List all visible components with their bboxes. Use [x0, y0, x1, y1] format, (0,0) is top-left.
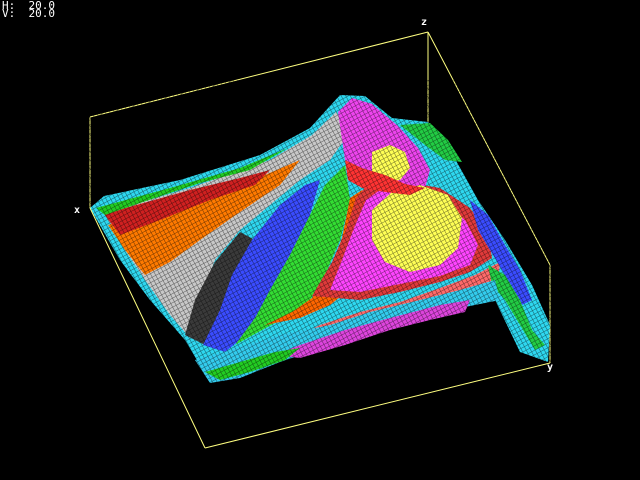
axis-label-y: y: [547, 362, 554, 373]
axis-label-x: x: [74, 205, 81, 216]
surface-plot[interactable]: [0, 0, 640, 480]
hud-v-value: 20.0: [28, 7, 56, 20]
mesh-overlay: [80, 80, 560, 400]
surface-mesh: [80, 80, 560, 400]
plot-viewport[interactable]: H: 20.0 V: 20.0 z x y: [0, 0, 640, 480]
hud-v-label: V:: [2, 7, 16, 20]
hud-vertical-angle: V: 20.0: [2, 7, 56, 20]
axis-label-z: z: [421, 17, 428, 28]
